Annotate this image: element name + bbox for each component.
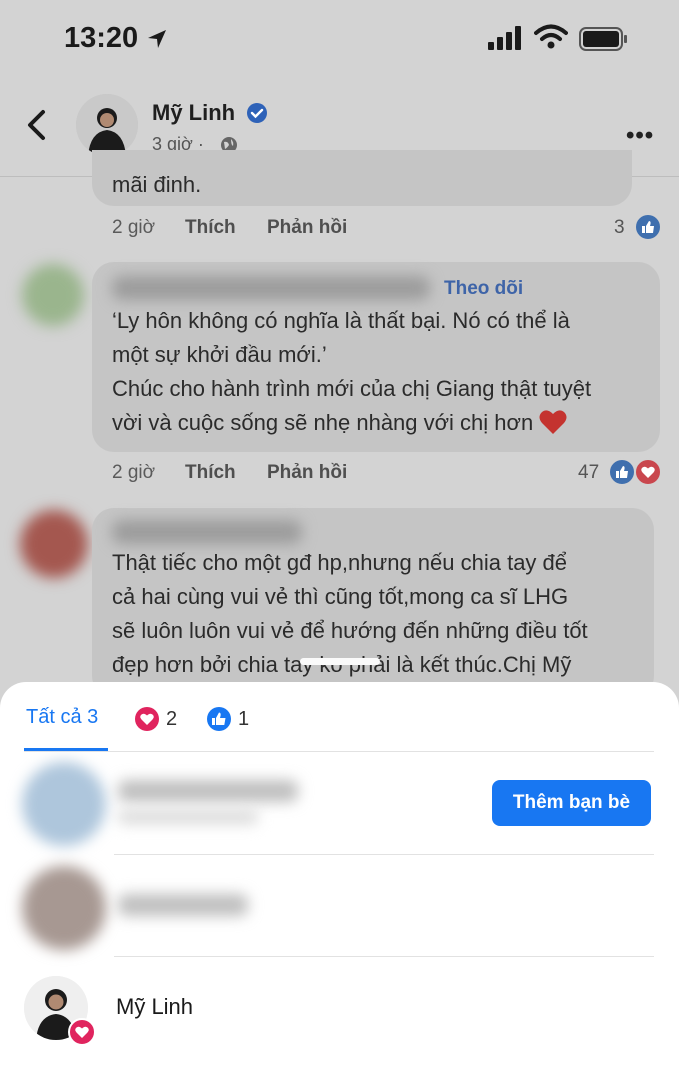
add-friend-button[interactable]: Thêm bạn bè [492,780,651,826]
follow-link[interactable]: Theo dõi [444,278,523,300]
divider [24,751,654,752]
like-comment-button[interactable]: Thích [185,462,236,484]
commenter-avatar[interactable] [20,510,88,578]
sheet-grabber[interactable] [300,658,380,665]
love-badge-icon [68,1018,96,1046]
reactor-subtext [118,810,258,824]
battery-icon [579,27,627,51]
more-options-button[interactable]: ••• [626,122,654,150]
wifi-icon [534,24,568,49]
comment-text: mãi đinh. [112,172,202,197]
like-icon [207,707,231,731]
commenter-name[interactable] [112,520,302,544]
reactor-avatar[interactable] [22,866,106,950]
commenter-name[interactable] [112,276,430,300]
reactor-name[interactable] [118,894,248,916]
reaction-count[interactable]: 47 [578,462,599,484]
author-avatar[interactable] [76,94,138,156]
tab-all-reactions[interactable]: Tất cả 3 [26,706,98,729]
divider [114,956,654,957]
comment-text: ‘Ly hôn không có nghĩa là thất bại. Nó c… [112,308,592,435]
like-comment-button[interactable]: Thích [185,217,236,239]
verified-badge-icon [247,103,267,123]
reply-comment-button[interactable]: Phản hồi [267,217,347,239]
like-reaction-icon [634,213,662,241]
reactor-name[interactable] [118,780,298,802]
heart-icon [135,707,159,731]
status-time: 13:20 [64,22,139,54]
comment-time: 2 giờ [112,462,156,483]
red-heart-icon [539,410,567,434]
love-reaction-icon [634,458,662,486]
author-name[interactable]: Mỹ Linh [152,100,235,126]
tab-love-reactions[interactable]: 2 [134,706,177,732]
reactor-name[interactable]: Mỹ Linh [116,994,193,1020]
back-chevron-icon[interactable] [24,108,50,142]
tab-like-reactions[interactable]: 1 [206,706,249,732]
reaction-count[interactable]: 3 [614,217,625,239]
reply-comment-button[interactable]: Phản hồi [267,462,347,484]
divider [114,854,654,855]
location-arrow-icon [148,30,166,48]
status-bar: 13:20 [0,0,679,80]
cellular-signal-icon [488,26,521,50]
reactions-sheet: Tất cả 3 2 1 Thêm bạn bè Mỹ Linh [0,682,679,1082]
commenter-avatar[interactable] [22,264,84,326]
reactor-avatar[interactable] [22,762,106,846]
like-reaction-icon [608,458,636,486]
comment-time: 2 giờ [112,217,156,238]
